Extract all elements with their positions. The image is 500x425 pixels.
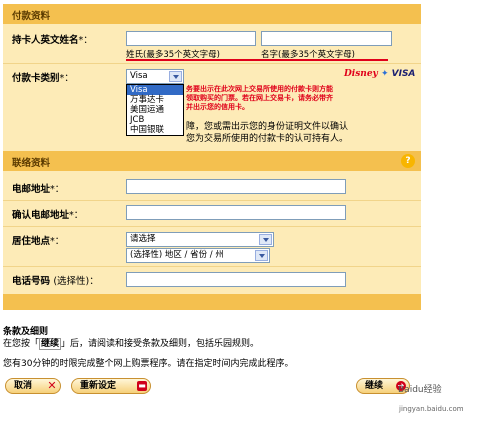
- cancel-button[interactable]: 取消 ✕: [5, 378, 61, 394]
- chevron-down-icon[interactable]: [259, 234, 272, 245]
- card-type-label: 付款卡类别*：: [12, 73, 74, 84]
- region-select[interactable]: (选择性) 地区 / 省份 / 州: [126, 248, 270, 263]
- baidu-watermark-url: jingyan.baidu.com: [399, 405, 464, 413]
- phone-input[interactable]: [126, 272, 346, 287]
- card-option-unionpay[interactable]: 中国银联: [127, 125, 183, 135]
- identity-notice: 障，您或需出示您的身份证明文件以确认您为交易所使用的付款卡的认可持有人。: [186, 122, 349, 144]
- card-pickup-notice: 务要出示在此次网上交易所使用的付款卡则方能领取购买的门票。若在网上交易卡，请务必…: [186, 85, 333, 111]
- payment-section-title: 付款资料: [12, 11, 51, 22]
- terms-text: 在您按「 继续 」后，请阅读和接受条款及细则，包括乐园规则。: [3, 338, 260, 350]
- cancel-button-label: 取消: [14, 381, 33, 391]
- time-limit-notice: 您有30分钟的时限完成整个网上购票程序。请在指定时间内完成此程序。: [3, 359, 294, 369]
- confirm-email-input[interactable]: [126, 205, 346, 220]
- contact-section-header: 联络资料: [3, 151, 421, 171]
- chevron-down-icon[interactable]: [255, 250, 268, 261]
- region-selected-value: (选择性) 地区 / 省份 / 州: [130, 250, 224, 260]
- help-icon[interactable]: ?: [401, 154, 415, 168]
- residence-select[interactable]: 请选择: [126, 232, 274, 247]
- card-type-dropdown-list: Visa 万事达卡 美国运通 JCB 中国银联: [126, 84, 184, 136]
- contact-section-title: 联络资料: [12, 158, 51, 169]
- confirm-email-label: 确认电邮地址*：: [12, 210, 84, 221]
- card-type-selected-value: Visa: [130, 71, 148, 81]
- close-icon: ✕: [47, 379, 57, 392]
- row-divider: [3, 226, 421, 227]
- email-input[interactable]: [126, 179, 346, 194]
- disney-logo: Disney: [344, 69, 378, 79]
- baidu-watermark: Baidu经验: [398, 385, 442, 395]
- card-option-mastercard[interactable]: 万事达卡: [127, 95, 183, 105]
- residence-label: 居住地点*：: [12, 236, 65, 247]
- reset-button[interactable]: 重新设定 ▬: [71, 378, 151, 394]
- row-divider: [3, 63, 421, 64]
- disney-visa-logo: Disney ✦ VISA: [344, 69, 415, 85]
- card-type-select[interactable]: Visa: [126, 69, 184, 84]
- star-icon: ✦: [380, 69, 389, 79]
- email-label: 电邮地址*：: [12, 184, 65, 195]
- cardholder-name-label: 持卡人英文姓名*：: [12, 35, 93, 46]
- reset-icon: ▬: [137, 381, 147, 391]
- first-name-input[interactable]: [261, 31, 392, 46]
- phone-label: 电话号码 (选择性)：: [12, 276, 99, 287]
- continue-button-label: 继续: [365, 381, 384, 391]
- visa-logo: VISA: [391, 69, 416, 79]
- residence-selected-value: 请选择: [130, 234, 156, 244]
- last-name-input[interactable]: [126, 31, 256, 46]
- payment-section-header: 付款资料: [3, 4, 421, 24]
- card-option-visa[interactable]: Visa: [127, 85, 183, 95]
- row-divider: [3, 266, 421, 267]
- card-option-amex[interactable]: 美国运通: [127, 105, 183, 115]
- reset-button-label: 重新设定: [80, 381, 117, 391]
- card-option-jcb[interactable]: JCB: [127, 115, 183, 125]
- panel-footer-bar: [3, 294, 421, 310]
- chevron-down-icon[interactable]: [169, 71, 182, 82]
- row-divider: [3, 200, 421, 201]
- red-underline-annotation: [126, 59, 388, 61]
